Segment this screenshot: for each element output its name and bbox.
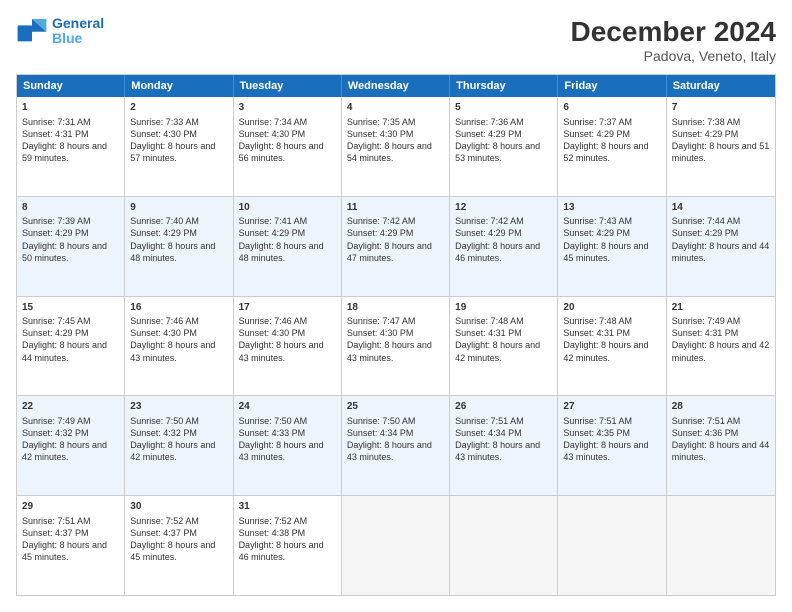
day-27: 27 Sunrise: 7:51 AMSunset: 4:35 PMDaylig… — [558, 396, 666, 495]
header-sunday: Sunday — [17, 75, 125, 97]
week-row-3: 15 Sunrise: 7:45 AMSunset: 4:29 PMDaylig… — [17, 296, 775, 396]
day-14: 14 Sunrise: 7:44 AMSunset: 4:29 PMDaylig… — [667, 197, 775, 296]
title-block: December 2024 Padova, Veneto, Italy — [571, 16, 776, 64]
day-21: 21 Sunrise: 7:49 AMSunset: 4:31 PMDaylig… — [667, 297, 775, 396]
day-24: 24 Sunrise: 7:50 AMSunset: 4:33 PMDaylig… — [234, 396, 342, 495]
day-1: 1 Sunrise: 7:31 AMSunset: 4:31 PMDayligh… — [17, 97, 125, 196]
day-12: 12 Sunrise: 7:42 AMSunset: 4:29 PMDaylig… — [450, 197, 558, 296]
subtitle: Padova, Veneto, Italy — [571, 48, 776, 64]
main-title: December 2024 — [571, 16, 776, 48]
calendar: Sunday Monday Tuesday Wednesday Thursday… — [16, 74, 776, 596]
day-15: 15 Sunrise: 7:45 AMSunset: 4:29 PMDaylig… — [17, 297, 125, 396]
day-empty-3 — [558, 496, 666, 595]
header-thursday: Thursday — [450, 75, 558, 97]
day-16: 16 Sunrise: 7:46 AMSunset: 4:30 PMDaylig… — [125, 297, 233, 396]
day-empty-1 — [342, 496, 450, 595]
day-7: 7 Sunrise: 7:38 AMSunset: 4:29 PMDayligh… — [667, 97, 775, 196]
day-5: 5 Sunrise: 7:36 AMSunset: 4:29 PMDayligh… — [450, 97, 558, 196]
day-13: 13 Sunrise: 7:43 AMSunset: 4:29 PMDaylig… — [558, 197, 666, 296]
header-tuesday: Tuesday — [234, 75, 342, 97]
day-28: 28 Sunrise: 7:51 AMSunset: 4:36 PMDaylig… — [667, 396, 775, 495]
week-row-5: 29 Sunrise: 7:51 AMSunset: 4:37 PMDaylig… — [17, 495, 775, 595]
day-2: 2 Sunrise: 7:33 AMSunset: 4:30 PMDayligh… — [125, 97, 233, 196]
generalblue-logo-icon — [16, 17, 48, 45]
day-empty-2 — [450, 496, 558, 595]
logo-text: General Blue — [52, 16, 104, 47]
day-9: 9 Sunrise: 7:40 AMSunset: 4:29 PMDayligh… — [125, 197, 233, 296]
page: General Blue December 2024 Padova, Venet… — [0, 0, 792, 612]
header-wednesday: Wednesday — [342, 75, 450, 97]
day-10: 10 Sunrise: 7:41 AMSunset: 4:29 PMDaylig… — [234, 197, 342, 296]
day-25: 25 Sunrise: 7:50 AMSunset: 4:34 PMDaylig… — [342, 396, 450, 495]
day-31: 31 Sunrise: 7:52 AMSunset: 4:38 PMDaylig… — [234, 496, 342, 595]
header: General Blue December 2024 Padova, Venet… — [16, 16, 776, 64]
day-empty-4 — [667, 496, 775, 595]
header-saturday: Saturday — [667, 75, 775, 97]
week-row-1: 1 Sunrise: 7:31 AMSunset: 4:31 PMDayligh… — [17, 97, 775, 196]
day-19: 19 Sunrise: 7:48 AMSunset: 4:31 PMDaylig… — [450, 297, 558, 396]
day-26: 26 Sunrise: 7:51 AMSunset: 4:34 PMDaylig… — [450, 396, 558, 495]
day-23: 23 Sunrise: 7:50 AMSunset: 4:32 PMDaylig… — [125, 396, 233, 495]
day-29: 29 Sunrise: 7:51 AMSunset: 4:37 PMDaylig… — [17, 496, 125, 595]
day-4: 4 Sunrise: 7:35 AMSunset: 4:30 PMDayligh… — [342, 97, 450, 196]
day-3: 3 Sunrise: 7:34 AMSunset: 4:30 PMDayligh… — [234, 97, 342, 196]
week-row-2: 8 Sunrise: 7:39 AMSunset: 4:29 PMDayligh… — [17, 196, 775, 296]
day-30: 30 Sunrise: 7:52 AMSunset: 4:37 PMDaylig… — [125, 496, 233, 595]
calendar-header: Sunday Monday Tuesday Wednesday Thursday… — [17, 75, 775, 97]
header-friday: Friday — [558, 75, 666, 97]
day-11: 11 Sunrise: 7:42 AMSunset: 4:29 PMDaylig… — [342, 197, 450, 296]
header-monday: Monday — [125, 75, 233, 97]
day-6: 6 Sunrise: 7:37 AMSunset: 4:29 PMDayligh… — [558, 97, 666, 196]
week-row-4: 22 Sunrise: 7:49 AMSunset: 4:32 PMDaylig… — [17, 395, 775, 495]
day-17: 17 Sunrise: 7:46 AMSunset: 4:30 PMDaylig… — [234, 297, 342, 396]
day-18: 18 Sunrise: 7:47 AMSunset: 4:30 PMDaylig… — [342, 297, 450, 396]
logo: General Blue — [16, 16, 104, 47]
day-20: 20 Sunrise: 7:48 AMSunset: 4:31 PMDaylig… — [558, 297, 666, 396]
calendar-body: 1 Sunrise: 7:31 AMSunset: 4:31 PMDayligh… — [17, 97, 775, 595]
day-8: 8 Sunrise: 7:39 AMSunset: 4:29 PMDayligh… — [17, 197, 125, 296]
day-22: 22 Sunrise: 7:49 AMSunset: 4:32 PMDaylig… — [17, 396, 125, 495]
